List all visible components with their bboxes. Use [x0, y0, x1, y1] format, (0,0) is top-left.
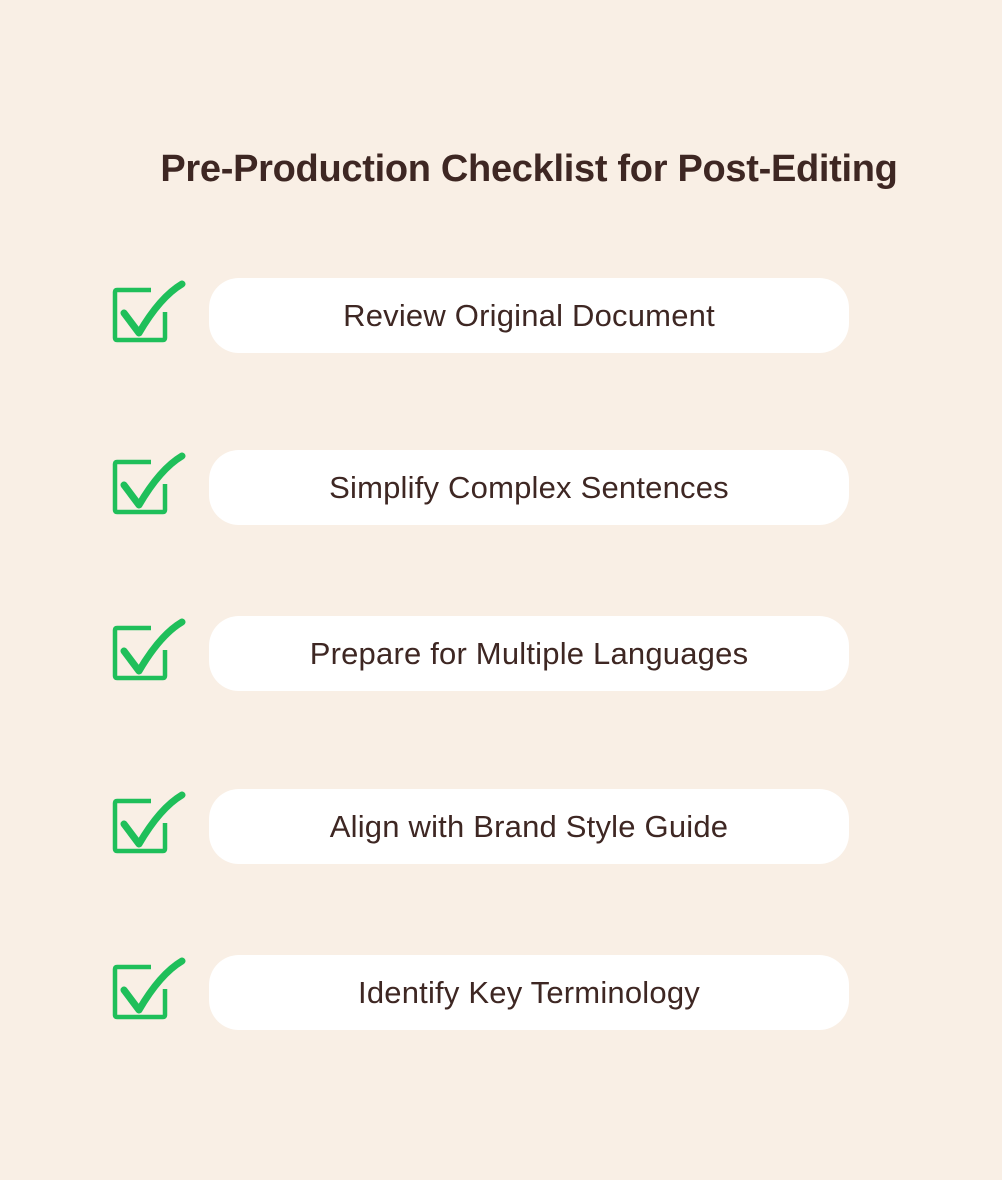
checklist-item[interactable]: Review Original Document — [0, 275, 1002, 355]
checkbox-checked-icon[interactable] — [108, 275, 190, 347]
checklist-item-label: Identify Key Terminology — [209, 955, 849, 1030]
checkbox-checked-icon[interactable] — [108, 952, 190, 1024]
checkbox-checked-icon[interactable] — [108, 613, 190, 685]
checklist-item[interactable]: Simplify Complex Sentences — [0, 447, 1002, 527]
checkbox-checked-icon[interactable] — [108, 447, 190, 519]
checklist-item-label: Review Original Document — [209, 278, 849, 353]
checklist-item[interactable]: Align with Brand Style Guide — [0, 786, 1002, 866]
checklist-item-label: Align with Brand Style Guide — [209, 789, 849, 864]
checkbox-checked-icon[interactable] — [108, 786, 190, 858]
checklist-item-label: Prepare for Multiple Languages — [209, 616, 849, 691]
checklist-item-label: Simplify Complex Sentences — [209, 450, 849, 525]
page-title: Pre-Production Checklist for Post-Editin… — [160, 148, 898, 190]
checklist-item[interactable]: Identify Key Terminology — [0, 952, 1002, 1032]
checklist-item[interactable]: Prepare for Multiple Languages — [0, 613, 1002, 693]
